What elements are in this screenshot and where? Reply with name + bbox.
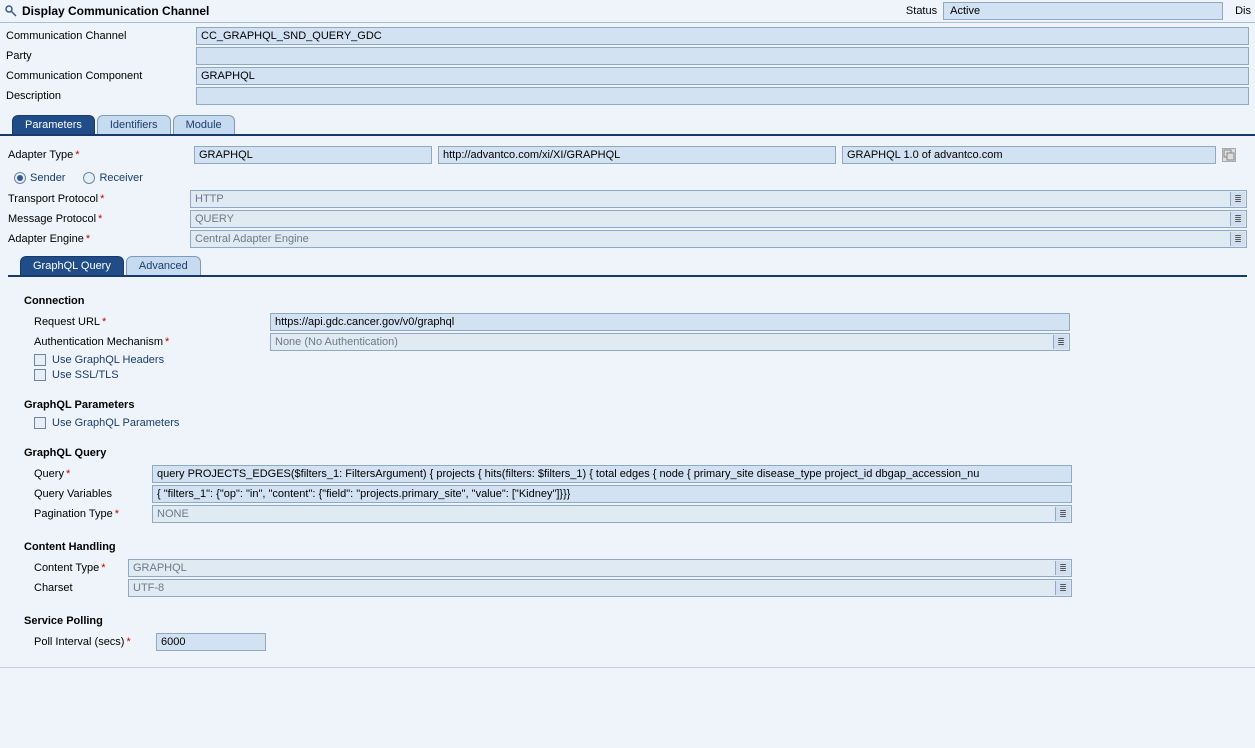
params-section-title: GraphQL Parameters: [24, 399, 1231, 411]
adapter-namespace-field[interactable]: http://advantco.com/xi/XI/GRAPHQL: [438, 146, 836, 164]
component-field[interactable]: GRAPHQL: [196, 67, 1249, 85]
dropdown-icon[interactable]: ≣: [1055, 507, 1070, 521]
dropdown-icon[interactable]: ≣: [1055, 581, 1070, 595]
transport-field[interactable]: HTTP ≣: [190, 190, 1247, 208]
checkbox-icon: [34, 369, 46, 381]
pagination-field[interactable]: NONE ≣: [152, 505, 1072, 523]
use-headers-checkbox[interactable]: Use GraphQL Headers: [34, 354, 1231, 366]
query-label: Query*: [34, 468, 152, 480]
dropdown-icon[interactable]: ≣: [1230, 192, 1245, 206]
request-url-field[interactable]: https://api.gdc.cancer.gov/v0/graphql: [270, 313, 1070, 331]
adapter-version-field[interactable]: GRAPHQL 1.0 of advantco.com: [842, 146, 1216, 164]
dropdown-icon[interactable]: ≣: [1230, 232, 1245, 246]
pagination-label: Pagination Type*: [34, 508, 152, 520]
use-ssl-checkbox[interactable]: Use SSL/TLS: [34, 369, 1231, 381]
vars-field[interactable]: { "filters_1": {"op": "in", "content": {…: [152, 485, 1072, 503]
dropdown-icon[interactable]: ≣: [1230, 212, 1245, 226]
content-type-label: Content Type*: [34, 562, 128, 574]
radio-icon: [83, 172, 95, 184]
party-field[interactable]: [196, 47, 1249, 65]
poll-interval-field[interactable]: 6000: [156, 633, 266, 651]
radio-sender[interactable]: Sender: [14, 172, 65, 184]
charset-field[interactable]: UTF-8 ≣: [128, 579, 1072, 597]
message-label: Message Protocol*: [8, 213, 190, 225]
adapter-type-field[interactable]: GRAPHQL: [194, 146, 432, 164]
request-url-label: Request URL*: [34, 316, 270, 328]
vars-label: Query Variables: [34, 488, 152, 500]
radio-receiver[interactable]: Receiver: [83, 172, 142, 184]
dropdown-icon[interactable]: ≣: [1053, 335, 1068, 349]
query-section-title: GraphQL Query: [24, 447, 1231, 459]
dropdown-icon[interactable]: ≣: [1055, 561, 1070, 575]
engine-field[interactable]: Central Adapter Engine ≣: [190, 230, 1247, 248]
tab-module[interactable]: Module: [173, 115, 235, 134]
component-label: Communication Component: [6, 70, 196, 82]
radio-icon: [14, 172, 26, 184]
status-label: Status: [906, 5, 937, 17]
charset-label: Charset: [34, 582, 128, 594]
description-field[interactable]: [196, 87, 1249, 105]
polling-section-title: Service Polling: [24, 615, 1231, 627]
checkbox-icon: [34, 354, 46, 366]
display-icon: [4, 4, 18, 18]
value-help-icon[interactable]: [1222, 148, 1236, 162]
tab-identifiers[interactable]: Identifiers: [97, 115, 171, 134]
header-bar: Display Communication Channel Status Act…: [0, 0, 1255, 23]
auth-label: Authentication Mechanism*: [34, 336, 270, 348]
message-field[interactable]: QUERY ≣: [190, 210, 1247, 228]
channel-label: Communication Channel: [6, 30, 196, 42]
adapter-type-label: Adapter Type*: [8, 149, 188, 161]
query-tab-content: Connection Request URL* https://api.gdc.…: [8, 277, 1247, 663]
main-tabs: Parameters Identifiers Module: [0, 115, 1255, 136]
query-field[interactable]: query PROJECTS_EDGES($filters_1: Filters…: [152, 465, 1072, 483]
subtab-query[interactable]: GraphQL Query: [20, 256, 124, 275]
truncated-text: Dis: [1235, 5, 1251, 17]
poll-interval-label: Poll Interval (secs)*: [34, 636, 156, 648]
channel-field[interactable]: CC_GRAPHQL_SND_QUERY_GDC: [196, 27, 1249, 45]
auth-field[interactable]: None (No Authentication) ≣: [270, 333, 1070, 351]
direction-radio-group: Sender Receiver: [8, 168, 1247, 190]
description-label: Description: [6, 90, 196, 102]
content-type-field[interactable]: GRAPHQL ≣: [128, 559, 1072, 577]
transport-label: Transport Protocol*: [8, 193, 190, 205]
page-title: Display Communication Channel: [22, 4, 209, 18]
engine-label: Adapter Engine*: [8, 233, 190, 245]
top-form: Communication Channel CC_GRAPHQL_SND_QUE…: [0, 23, 1255, 109]
subtab-advanced[interactable]: Advanced: [126, 256, 201, 275]
connection-section-title: Connection: [24, 295, 1231, 307]
checkbox-icon: [34, 417, 46, 429]
status-value: Active: [943, 2, 1223, 20]
parameters-content: Adapter Type* GRAPHQL http://advantco.co…: [0, 136, 1255, 668]
content-section-title: Content Handling: [24, 541, 1231, 553]
tab-parameters[interactable]: Parameters: [12, 115, 95, 134]
party-label: Party: [6, 50, 196, 62]
use-params-checkbox[interactable]: Use GraphQL Parameters: [34, 417, 1231, 429]
sub-tabs: GraphQL Query Advanced: [8, 256, 1247, 277]
